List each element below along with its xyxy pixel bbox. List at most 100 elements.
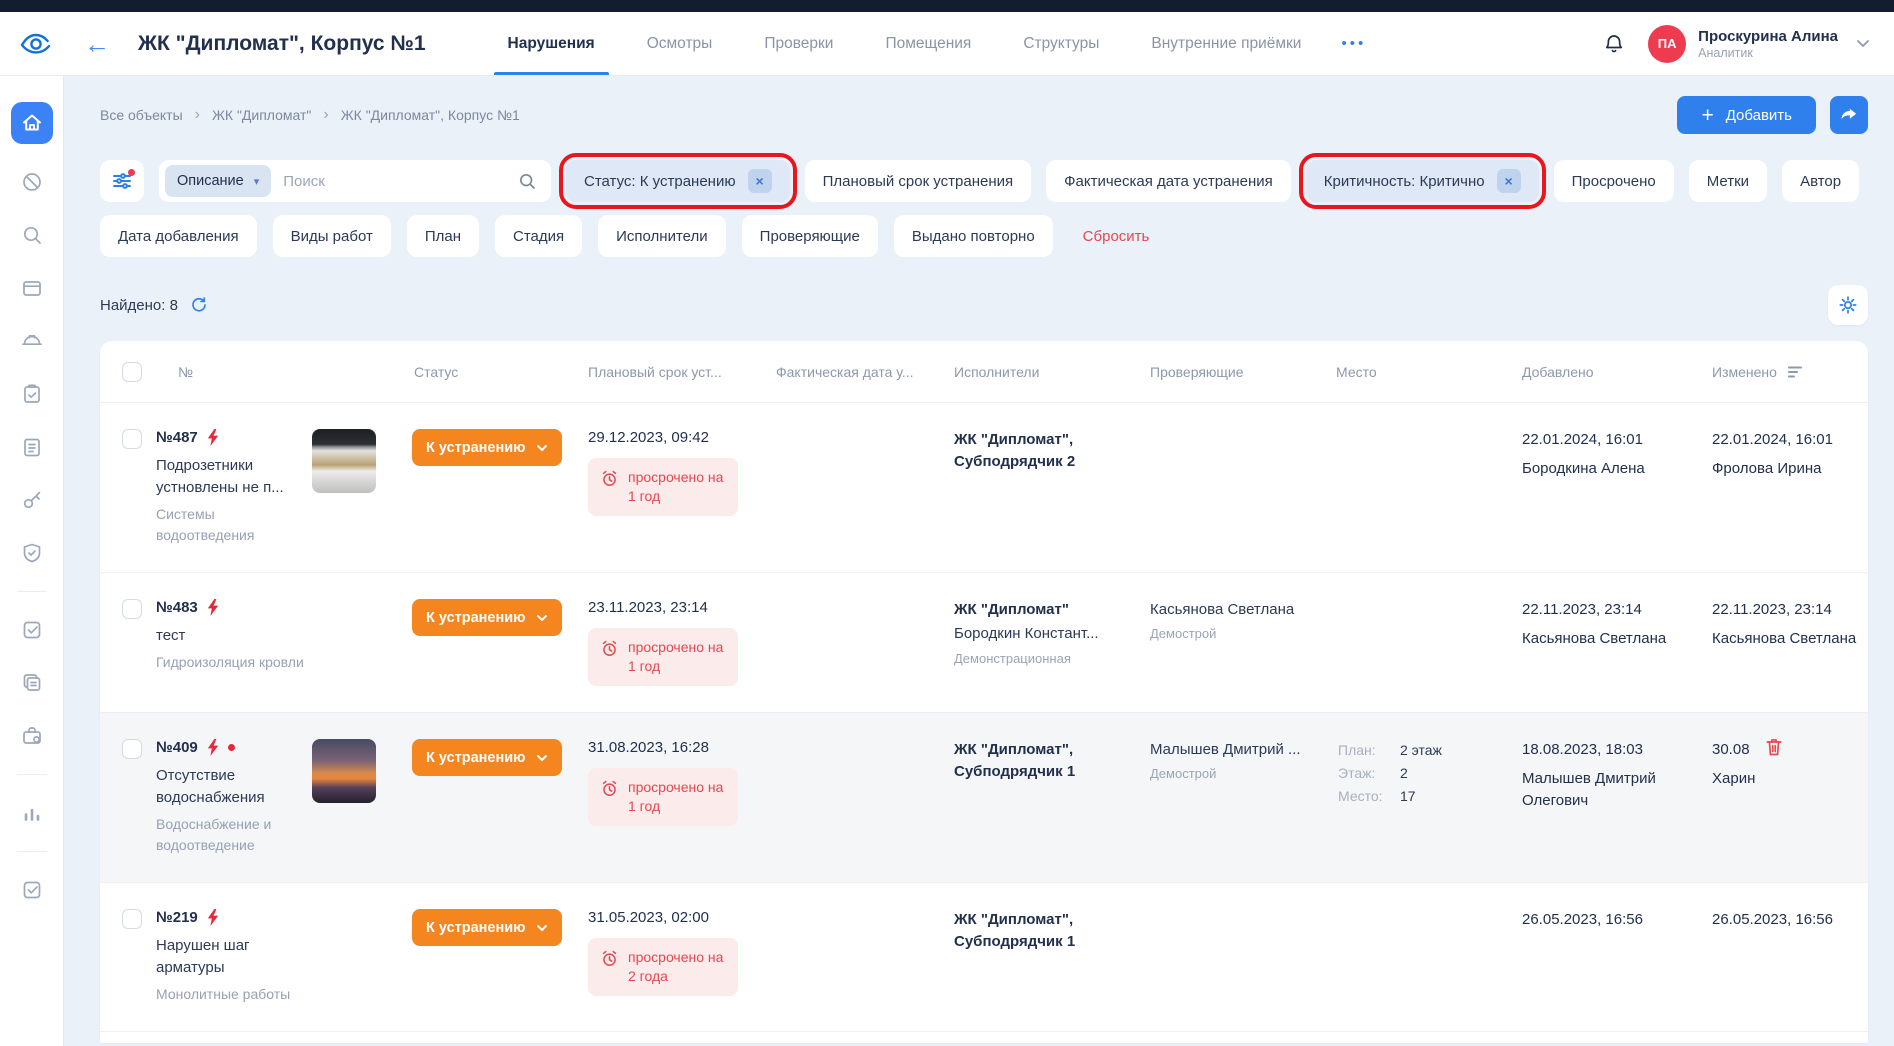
reviewer-name: Малышев Дмитрий ...: [1150, 739, 1328, 760]
reset-filters-link[interactable]: Сбросить: [1083, 228, 1150, 245]
planned-date: 29.12.2023, 09:42: [588, 429, 768, 446]
filter-chip-plan[interactable]: План: [407, 215, 479, 257]
table-row[interactable]: №483 тест Гидроизоляция кровли К устране…: [100, 573, 1868, 713]
sidebar-item-task-check-2-icon[interactable]: [11, 875, 53, 905]
window-top-strip: [0, 0, 1894, 12]
filter-chip-work-types[interactable]: Виды работ: [273, 215, 391, 257]
col-planned[interactable]: Плановый срок уст...: [580, 364, 768, 380]
violation-photo[interactable]: [312, 429, 376, 493]
sidebar-item-helmet-icon[interactable]: [11, 326, 53, 356]
added-date: 18.08.2023, 18:03: [1522, 739, 1704, 761]
sidebar-item-forbidden-icon[interactable]: [11, 167, 53, 197]
filter-chip-overdue[interactable]: Просрочено: [1554, 160, 1674, 202]
sidebar-item-search-icon[interactable]: [11, 220, 53, 250]
filter-chip-executors[interactable]: Исполнители: [598, 215, 726, 257]
filter-chip-reviewers[interactable]: Проверяющие: [742, 215, 878, 257]
status-dropdown[interactable]: К устранению: [412, 739, 562, 776]
sidebar-item-task-check-icon[interactable]: [11, 615, 53, 645]
user-menu[interactable]: ПА Проскурина Алина Аналитик: [1648, 25, 1870, 63]
violation-photo[interactable]: [312, 739, 376, 803]
place-plan: 2 этаж: [1400, 739, 1514, 762]
table-settings-button[interactable]: [1828, 285, 1868, 325]
share-button[interactable]: [1830, 96, 1868, 134]
select-all-checkbox[interactable]: [122, 362, 142, 382]
app-logo-eye-icon[interactable]: [16, 31, 56, 57]
sort-icon[interactable]: [1787, 365, 1803, 379]
user-role: Аналитик: [1698, 46, 1838, 60]
sidebar-item-copies-icon[interactable]: [11, 668, 53, 698]
status-dropdown[interactable]: К устранению: [412, 429, 562, 466]
changed-by: Касьянова Светлана: [1712, 628, 1868, 650]
col-place[interactable]: Место: [1328, 364, 1514, 380]
breadcrumb-building[interactable]: ЖК "Дипломат", Корпус №1: [341, 107, 520, 123]
table-row[interactable]: №487 Подрозетники устновлены не п... Сис…: [100, 403, 1868, 573]
sidebar-item-key-icon[interactable]: [11, 485, 53, 515]
tab-internal-acceptance[interactable]: Внутренние приёмки: [1125, 12, 1327, 75]
filter-chip-tags[interactable]: Метки: [1689, 160, 1767, 202]
user-name: Проскурина Алина: [1698, 28, 1838, 46]
col-executors[interactable]: Исполнители: [946, 364, 1142, 380]
sidebar-item-bar-chart-icon[interactable]: [11, 798, 53, 828]
close-icon[interactable]: ×: [748, 169, 772, 193]
alarm-clock-icon: [600, 469, 619, 488]
filter-chip-actual-date[interactable]: Фактическая дата устранения: [1046, 160, 1291, 202]
chevron-down-icon: [1856, 39, 1870, 48]
status-dropdown[interactable]: К устранению: [412, 599, 562, 636]
breadcrumb-complex[interactable]: ЖК "Дипломат": [212, 107, 311, 123]
filter-active-dot: [128, 169, 135, 176]
filter-chip-planned-date[interactable]: Плановый срок устранения: [805, 160, 1032, 202]
avatar: ПА: [1648, 25, 1686, 63]
col-changed[interactable]: Изменено: [1712, 364, 1777, 380]
col-num[interactable]: №: [148, 364, 304, 380]
sidebar-item-clipboard-list-icon[interactable]: [11, 432, 53, 462]
notifications-bell-icon[interactable]: [1602, 32, 1626, 56]
tab-structures[interactable]: Структуры: [997, 12, 1125, 75]
sidebar-item-shield-check-icon[interactable]: [11, 538, 53, 568]
filter-chip-author[interactable]: Автор: [1782, 160, 1859, 202]
col-added[interactable]: Добавлено: [1514, 364, 1704, 380]
add-button[interactable]: + Добавить: [1677, 96, 1816, 134]
critical-bolt-icon: [207, 739, 219, 756]
tab-premises[interactable]: Помещения: [859, 12, 997, 75]
tab-inspections[interactable]: Осмотры: [621, 12, 739, 75]
unread-dot-icon: [228, 744, 235, 751]
filter-settings-button[interactable]: [100, 160, 144, 202]
back-arrow-icon[interactable]: ←: [82, 31, 112, 57]
table-row[interactable]: №409 Отсутствие водоснабжения Водоснабже…: [100, 713, 1868, 883]
sidebar-item-home[interactable]: [11, 102, 53, 144]
col-reviewers[interactable]: Проверяющие: [1142, 364, 1328, 380]
table-row[interactable]: №219 Нарушен шаг арматуры Монолитные раб…: [100, 883, 1868, 1032]
changed-date: 26.05.2023, 16:56: [1712, 909, 1868, 931]
filter-chip-status[interactable]: Статус: К устранению ×: [566, 160, 790, 202]
refresh-icon[interactable]: [190, 296, 208, 314]
violations-table: № Статус Плановый срок уст... Фактическа…: [100, 341, 1868, 1043]
status-dropdown[interactable]: К устранению: [412, 909, 562, 946]
filter-chip-stage[interactable]: Стадия: [495, 215, 582, 257]
sidebar-item-briefcase-user-icon[interactable]: [11, 721, 53, 751]
executor-org: ЖК "Дипломат": [954, 599, 1142, 621]
close-icon[interactable]: ×: [1497, 169, 1521, 193]
col-actual[interactable]: Фактическая дата у...: [768, 364, 946, 380]
breadcrumb: Все объекты › ЖК "Дипломат" › ЖК "Диплом…: [100, 106, 520, 124]
delete-trash-icon[interactable]: [1764, 739, 1784, 758]
filter-chip-reissued[interactable]: Выдано повторно: [894, 215, 1053, 257]
col-status[interactable]: Статус: [404, 364, 580, 380]
search-field-selector[interactable]: Описание ▾: [165, 165, 271, 197]
critical-bolt-icon: [207, 429, 219, 446]
row-checkbox[interactable]: [122, 429, 142, 449]
tab-checks[interactable]: Проверки: [738, 12, 859, 75]
filter-chip-criticality[interactable]: Критичность: Критично ×: [1306, 160, 1539, 202]
executor-org: ЖК "Дипломат", Субподрядчик 1: [954, 909, 1142, 953]
filter-chip-date-added[interactable]: Дата добавления: [100, 215, 257, 257]
tab-violations[interactable]: Нарушения: [482, 12, 621, 75]
breadcrumb-all-objects[interactable]: Все объекты: [100, 107, 183, 123]
row-checkbox[interactable]: [122, 909, 142, 929]
sidebar-item-clipboard-check-icon[interactable]: [11, 379, 53, 409]
sidebar-item-card-icon[interactable]: [11, 273, 53, 303]
share-arrow-icon: [1839, 105, 1859, 125]
planned-date: 31.08.2023, 16:28: [588, 739, 768, 756]
row-checkbox[interactable]: [122, 599, 142, 619]
more-tabs-icon[interactable]: •••: [1327, 12, 1380, 75]
row-checkbox[interactable]: [122, 739, 142, 759]
search-input[interactable]: [283, 173, 505, 190]
